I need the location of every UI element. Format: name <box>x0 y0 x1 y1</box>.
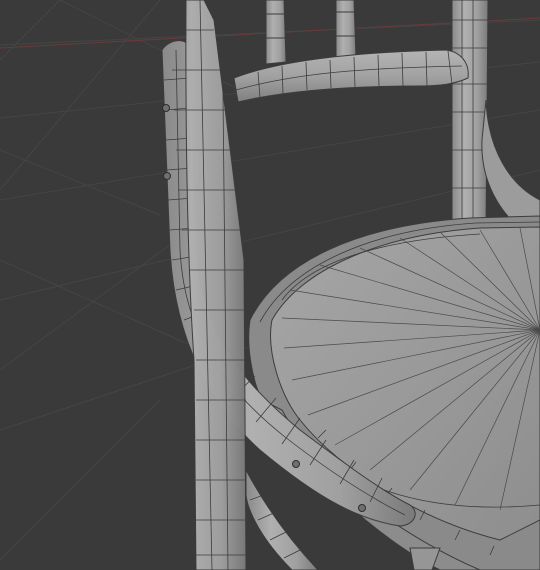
3d-viewport[interactable] <box>0 0 540 570</box>
back-post-right[interactable] <box>451 0 540 241</box>
screw-head <box>162 104 170 112</box>
back-spindle[interactable] <box>265 0 357 65</box>
screw-head <box>292 460 300 468</box>
screw-head <box>358 504 366 512</box>
screw-head <box>163 172 171 180</box>
viewport-canvas[interactable] <box>0 0 540 570</box>
